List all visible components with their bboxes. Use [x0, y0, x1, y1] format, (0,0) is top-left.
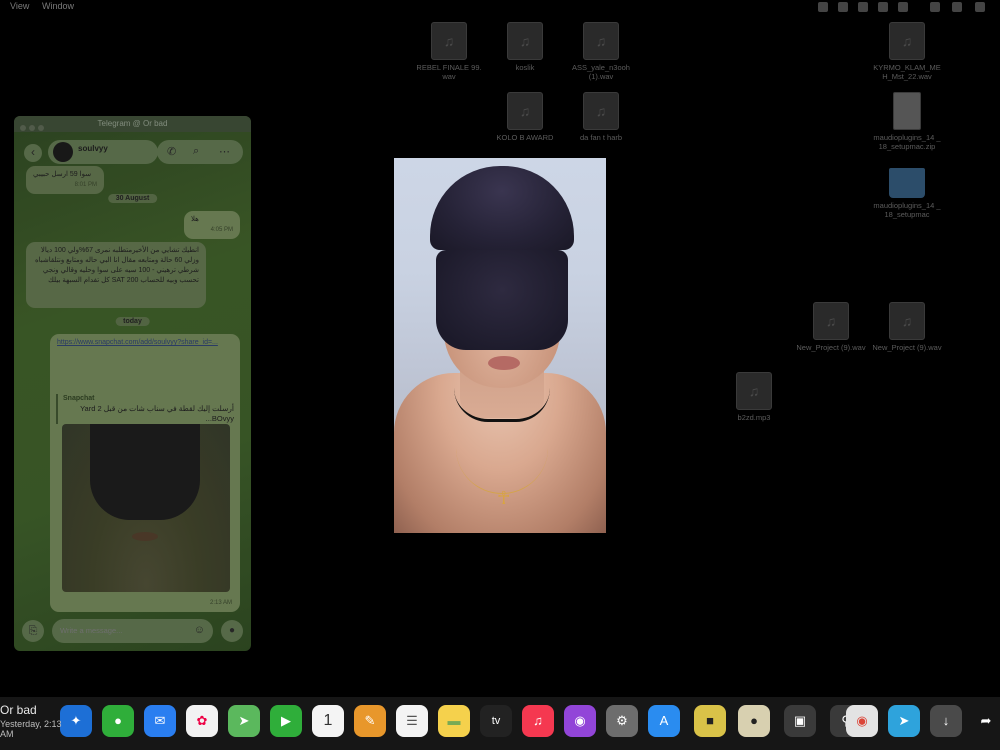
app-icon[interactable]: ●	[738, 705, 770, 737]
search-icon[interactable]: ⌕	[193, 145, 199, 158]
chrome-icon[interactable]: ◉	[846, 705, 878, 737]
notification[interactable]: Or bad Yesterday, 2:13 AM	[0, 703, 70, 739]
link-preview-image[interactable]	[62, 424, 230, 592]
audio-file-icon	[889, 22, 925, 60]
control-center-icon[interactable]	[930, 2, 940, 12]
link-preview-source: Snapchat	[63, 395, 95, 402]
audio-file-icon	[583, 92, 619, 130]
mail-icon[interactable]: ✉	[144, 705, 176, 737]
desktop-file[interactable]: da fan t harb	[566, 92, 636, 142]
window-titlebar[interactable]: Telegram @ Or bad	[14, 116, 251, 132]
audio-file-icon	[507, 22, 543, 60]
telegram-icon[interactable]: ➤	[888, 705, 920, 737]
share-icon[interactable]: ➦	[972, 705, 1000, 737]
desktop-file[interactable]: New_Project (9).wav	[796, 302, 866, 352]
chat-header: ‹ soulvyy ✆ ⌕ ⋯	[22, 140, 243, 166]
audio-file-icon	[583, 22, 619, 60]
date-separator: today	[115, 317, 150, 326]
photo-preview[interactable]: ☥	[394, 158, 606, 533]
reminders-icon[interactable]: ☰	[396, 705, 428, 737]
wifi-icon[interactable]	[878, 2, 888, 12]
message-time: 2:13 AM	[209, 600, 232, 606]
music-icon[interactable]: ♫	[522, 705, 554, 737]
window-title: Telegram @ Or bad	[97, 119, 168, 128]
system-preferences-icon[interactable]: ⚙	[606, 705, 638, 737]
apple-tv-icon[interactable]: tv	[480, 705, 512, 737]
app-icon[interactable]: ■	[694, 705, 726, 737]
audio-file-icon	[736, 372, 772, 410]
battery-icon[interactable]	[898, 2, 908, 12]
desktop-file[interactable]: maudioplugins_14 _18_setupmac.zip	[872, 92, 942, 151]
message-composer: ⎘ ☺ ●	[22, 619, 243, 643]
spotlight-icon[interactable]	[975, 2, 985, 12]
desktop-file[interactable]: b2zd.mp3	[719, 372, 789, 422]
desktop-folder[interactable]: maudioplugins_14 _18_setupmac	[872, 162, 942, 219]
audio-file-icon	[431, 22, 467, 60]
date-separator: 30 August	[107, 194, 158, 203]
message-bubble-out-link[interactable]: https://www.snapchat.com/add/soulvyy?sha…	[50, 334, 240, 612]
message-link[interactable]: https://www.snapchat.com/add/soulvyy?sha…	[57, 338, 233, 388]
message-bubble-in[interactable]: انطيك تشايي من الأخيرمتطلبه نمرى 67%ولي …	[26, 242, 206, 308]
notes-icon[interactable]: ▬	[438, 705, 470, 737]
desktop-file[interactable]: KYRMO_KLAM_ME H_Mst_22.wav	[872, 22, 942, 81]
back-button[interactable]: ‹	[24, 144, 42, 162]
screenshot-icon[interactable]: ▣	[784, 705, 816, 737]
podcasts-icon[interactable]: ◉	[564, 705, 596, 737]
volume-icon[interactable]	[838, 2, 848, 12]
telegram-window: Telegram @ Or bad ‹ soulvyy ✆ ⌕ ⋯ سوا 59…	[14, 116, 251, 651]
audio-file-icon	[813, 302, 849, 340]
menu-window[interactable]: Window	[42, 1, 74, 11]
downloads-icon[interactable]: ↓	[930, 705, 962, 737]
link-preview-description: أرسلت إليك لقطة في سناب شات من قبل 2 Yar…	[80, 404, 234, 423]
link-preview[interactable]: Snapchat أرسلت إليك لقطة في سناب شات من …	[56, 394, 234, 424]
zip-file-icon	[893, 92, 921, 130]
pages-icon[interactable]: ✎	[354, 705, 386, 737]
avatar	[53, 142, 73, 162]
maps-icon[interactable]: ➤	[228, 705, 260, 737]
notification-title: Or bad	[0, 703, 37, 717]
menu-view[interactable]: View	[10, 1, 29, 11]
window-controls[interactable]	[20, 121, 47, 137]
audio-file-icon	[889, 302, 925, 340]
phone-icon[interactable]: ✆	[167, 145, 176, 158]
desktop-file[interactable]: koslik	[490, 22, 560, 72]
dock: ✦ ● ✉ ✿ ➤ ▶ 1 ✎ ☰ ▬ tv ♫ ◉ ⚙ A ■ ● ▣ ⚲ ◉…	[0, 697, 1000, 750]
photos-icon[interactable]: ✿	[186, 705, 218, 737]
facetime-icon[interactable]: ▶	[270, 705, 302, 737]
bluetooth-icon[interactable]	[858, 2, 868, 12]
chat-actions: ✆ ⌕ ⋯	[157, 140, 243, 164]
siri-icon[interactable]	[952, 2, 962, 12]
desktop-file[interactable]: New_Project (9).wav	[872, 302, 942, 352]
desktop-file[interactable]: KOLO B AWARD	[490, 92, 560, 142]
contact-info-button[interactable]: soulvyy	[48, 140, 158, 164]
emoji-icon[interactable]: ☺	[194, 624, 205, 636]
microphone-icon[interactable]: ●	[221, 620, 243, 642]
menu-bar: View Window	[0, 0, 1000, 14]
app-store-icon[interactable]: A	[648, 705, 680, 737]
desktop-file[interactable]: ASS_yale_n3ooh (1).wav	[566, 22, 636, 81]
more-icon[interactable]: ⋯	[219, 145, 230, 158]
message-bubble-out[interactable]: هلا 4:05 PM	[184, 211, 240, 239]
attach-icon[interactable]: ⎘	[22, 620, 44, 642]
message-input[interactable]	[52, 619, 213, 643]
wechat-icon[interactable]	[818, 2, 828, 12]
calendar-icon[interactable]: 1	[312, 705, 344, 737]
audio-file-icon	[507, 92, 543, 130]
desktop-file[interactable]: REBEL FINALE 99.wav	[414, 22, 484, 81]
messages-icon[interactable]: ●	[102, 705, 134, 737]
contact-name: soulvyy	[78, 144, 108, 153]
notification-subtitle: Yesterday, 2:13 AM	[0, 719, 62, 739]
ankh-pendant-icon: ☥	[497, 488, 511, 508]
message-bubble-in[interactable]: سوا 59 ارسل حبيبي 8:01 PM	[26, 166, 104, 194]
folder-icon	[889, 168, 925, 198]
